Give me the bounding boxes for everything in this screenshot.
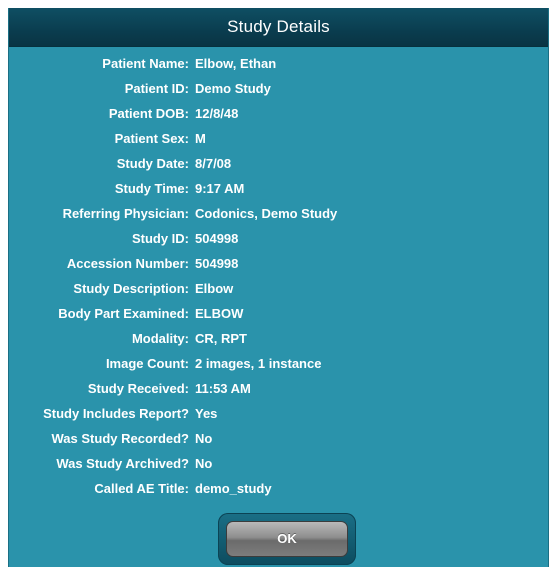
field-patient-dob: Patient DOB: 12/8/48 [9, 101, 548, 126]
field-label: Patient ID: [124, 81, 189, 96]
field-label: Accession Number: [66, 256, 189, 271]
field-accession-number: Accession Number: 504998 [9, 251, 548, 276]
field-label: Was Study Recorded? [51, 431, 189, 446]
field-value: Demo Study [195, 81, 271, 96]
field-value: 9:17 AM [195, 181, 245, 196]
field-value: Elbow, Ethan [195, 56, 277, 71]
field-value: Yes [195, 406, 218, 421]
field-called-ae-title: Called AE Title: demo_study [9, 476, 548, 501]
field-value: CR, RPT [195, 331, 247, 346]
field-value: Elbow [195, 281, 234, 296]
field-label: Patient Name: [102, 56, 189, 71]
field-was-study-archived: Was Study Archived? No [9, 451, 548, 476]
field-modality: Modality: CR, RPT [9, 326, 548, 351]
field-label: Patient Sex: [114, 131, 189, 146]
field-value: 11:53 AM [195, 381, 251, 396]
field-referring-physician: Referring Physician: Codonics, Demo Stud… [9, 201, 548, 226]
field-patient-name: Patient Name: Elbow, Ethan [9, 51, 548, 76]
field-value: 504998 [195, 256, 239, 271]
field-label: Study ID: [131, 231, 189, 246]
dialog-title: Study Details [227, 17, 330, 36]
field-value: 8/7/08 [195, 156, 232, 171]
field-value: 2 images, 1 instance [195, 356, 322, 371]
field-value: 504998 [195, 231, 239, 246]
field-label: Study Includes Report? [43, 406, 189, 421]
field-value: ELBOW [195, 306, 244, 321]
field-label: Image Count: [105, 356, 189, 371]
field-label: Was Study Archived? [56, 456, 189, 471]
field-study-includes-report: Study Includes Report? Yes [9, 401, 548, 426]
ok-button-well: OK [218, 513, 356, 565]
field-label: Referring Physician: [62, 206, 189, 221]
ok-button[interactable]: OK [226, 521, 348, 557]
field-label: Study Date: [116, 156, 189, 171]
field-body-part-examined: Body Part Examined: ELBOW [9, 301, 548, 326]
field-value: No [195, 456, 213, 471]
field-label: Called AE Title: [94, 481, 189, 496]
field-label: Study Time: [114, 181, 189, 196]
field-patient-sex: Patient Sex: M [9, 126, 548, 151]
field-study-id: Study ID: 504998 [9, 226, 548, 251]
field-study-description: Study Description: Elbow [9, 276, 548, 301]
field-was-study-recorded: Was Study Recorded? No [9, 426, 548, 451]
study-details-dialog: Study Details Patient Name: Elbow, Ethan… [8, 8, 549, 567]
field-value: 12/8/48 [195, 106, 239, 121]
field-label: Body Part Examined: [58, 306, 189, 321]
field-value: demo_study [195, 481, 272, 496]
field-label: Study Received: [87, 381, 189, 396]
field-study-date: Study Date: 8/7/08 [9, 151, 548, 176]
field-study-time: Study Time: 9:17 AM [9, 176, 548, 201]
dialog-title-bar: Study Details [9, 8, 548, 47]
field-value: Codonics, Demo Study [195, 206, 338, 221]
field-label: Modality: [131, 331, 189, 346]
field-value: M [195, 131, 206, 146]
field-value: No [195, 431, 213, 446]
field-patient-id: Patient ID: Demo Study [9, 76, 548, 101]
study-details-list: Patient Name: Elbow, Ethan Patient ID: D… [9, 51, 548, 501]
field-label: Study Description: [73, 281, 189, 296]
field-label: Patient DOB: [108, 106, 189, 121]
field-study-received: Study Received: 11:53 AM [9, 376, 548, 401]
field-image-count: Image Count: 2 images, 1 instance [9, 351, 548, 376]
